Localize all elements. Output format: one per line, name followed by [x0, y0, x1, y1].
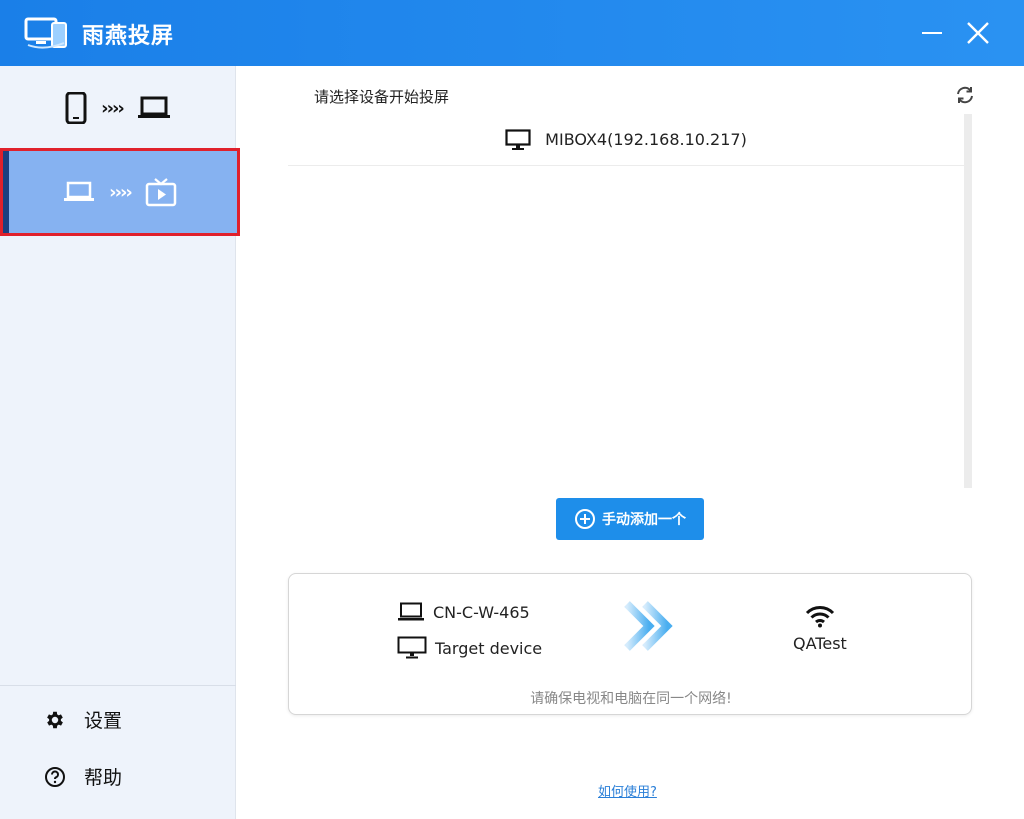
target-device-row: Target device [397, 636, 542, 660]
monitor-icon [505, 128, 531, 150]
pc-name: CN-C-W-465 [433, 602, 530, 622]
pc-name-row: CN-C-W-465 [397, 602, 530, 622]
connection-info-card: CN-C-W-465 Target device QATest 请确保电视和电脑… [288, 573, 972, 715]
laptop-icon [64, 181, 95, 201]
plus-circle-icon [575, 509, 595, 529]
help-button[interactable]: 帮助 [44, 763, 122, 790]
help-label: 帮助 [84, 767, 123, 789]
how-to-use-link[interactable]: 如何使用? [598, 781, 657, 800]
title-bar: 雨燕投屏 [0, 0, 1024, 66]
target-device-label: Target device [435, 638, 543, 658]
network-name: QATest [793, 634, 847, 653]
tv-play-icon [145, 178, 177, 207]
gear-icon [47, 711, 63, 728]
laptop-icon [137, 96, 170, 118]
settings-label: 设置 [84, 710, 123, 732]
help-icon [45, 766, 65, 787]
wifi-icon [805, 606, 835, 628]
laptop-icon [398, 602, 424, 621]
close-icon [967, 22, 989, 44]
app-title: 雨燕投屏 [82, 24, 175, 49]
add-device-button[interactable]: 手动添加一个 [556, 498, 704, 540]
settings-button[interactable]: 设置 [44, 706, 122, 733]
refresh-icon[interactable] [954, 84, 976, 106]
device-list: MIBOX4(192.168.10.217) [288, 114, 964, 488]
same-network-hint: 请确保电视和电脑在同一个网络! [530, 691, 732, 707]
arrows-icon: ›››› [109, 181, 133, 203]
sidebar-divider [0, 685, 236, 686]
monitor-icon [397, 636, 427, 659]
device-row[interactable]: MIBOX4(192.168.10.217) [288, 114, 964, 166]
close-button[interactable] [958, 13, 998, 53]
device-select-title: 请选择设备开始投屏 [314, 88, 450, 106]
app-logo-icon [24, 17, 67, 49]
mode-phone-to-pc[interactable]: ›››› [0, 66, 236, 150]
minimize-icon [922, 32, 942, 34]
arrows-icon: ›››› [101, 97, 125, 119]
double-chevron-icon [624, 601, 673, 651]
minimize-button[interactable] [912, 13, 952, 53]
mode-pc-to-tv[interactable]: ›››› [0, 148, 240, 236]
sidebar: ›››› ›››› 设置 帮助 [0, 66, 240, 819]
device-list-scrollbar[interactable] [964, 114, 972, 488]
device-name: MIBOX4(192.168.10.217) [545, 130, 747, 149]
add-device-label: 手动添加一个 [602, 512, 686, 528]
phone-icon [65, 92, 87, 124]
